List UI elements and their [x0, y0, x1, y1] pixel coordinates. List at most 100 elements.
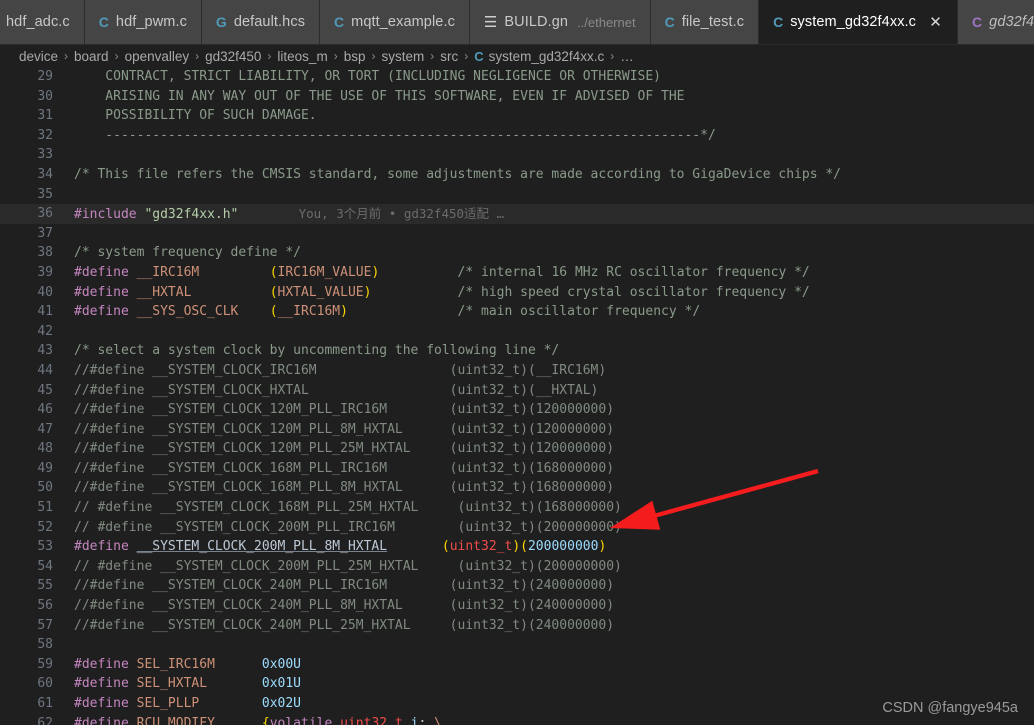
breadcrumb-item[interactable]: liteos_m [276, 49, 328, 64]
code-line[interactable]: 46 //#define __SYSTEM_CLOCK_120M_PLL_IRC1… [0, 400, 1034, 420]
fold-gutter[interactable] [53, 185, 74, 205]
breadcrumb-item[interactable]: system [380, 49, 425, 64]
breadcrumb-item[interactable]: board [73, 49, 110, 64]
code-line[interactable]: 29 CONTRACT, STRICT LIABILITY, OR TORT (… [0, 67, 1034, 87]
fold-gutter[interactable] [53, 400, 74, 420]
breadcrumb-item[interactable]: … [619, 49, 636, 64]
editor-tab-gd32f4xx[interactable]: Cgd32f4xx [958, 0, 1034, 44]
code-line[interactable]: 34 /* This file refers the CMSIS standard… [0, 165, 1034, 185]
fold-gutter[interactable] [53, 674, 74, 694]
line-number: 30 [37, 88, 53, 104]
code-line[interactable]: 45 //#define __SYSTEM_CLOCK_HXTAL (uint32… [0, 381, 1034, 401]
code-text: // #define __SYSTEM_CLOCK_200M_PLL_IRC16… [74, 518, 1034, 538]
code-line[interactable]: 48 //#define __SYSTEM_CLOCK_120M_PLL_25M_… [0, 439, 1034, 459]
breadcrumb-item[interactable]: bsp [343, 49, 367, 64]
code-line[interactable]: 41 #define __SYS_OSC_CLK (__IRC16M) /* ma… [0, 302, 1034, 322]
code-line[interactable]: 60 #define SEL_HXTAL 0x01U [0, 674, 1034, 694]
fold-gutter[interactable] [53, 283, 74, 303]
code-line[interactable]: 49 //#define __SYSTEM_CLOCK_168M_PLL_IRC1… [0, 459, 1034, 479]
code-line[interactable]: 58 [0, 635, 1034, 655]
editor-tab-build-gn[interactable]: ☰ BUILD.gn ../ethernet [469, 0, 651, 44]
fold-gutter[interactable] [53, 67, 74, 87]
code-line[interactable]: 51 // #define __SYSTEM_CLOCK_168M_PLL_25M… [0, 498, 1034, 518]
code-line[interactable]: 57 //#define __SYSTEM_CLOCK_240M_PLL_25M_… [0, 616, 1034, 636]
fold-gutter[interactable] [53, 635, 74, 655]
code-text: CONTRACT, STRICT LIABILITY, OR TORT (INC… [74, 67, 1034, 87]
fold-gutter[interactable] [53, 596, 74, 616]
code-line[interactable]: 61 #define SEL_PLLP 0x02U [0, 694, 1034, 714]
code-line[interactable]: 36 #include "gd32f4xx.h" You, 3个月前 • gd32… [0, 204, 1034, 224]
code-line[interactable]: 37 [0, 224, 1034, 244]
fold-gutter[interactable] [53, 439, 74, 459]
editor-tab-file-test-c[interactable]: Cfile_test.c [650, 0, 760, 44]
fold-gutter[interactable] [53, 576, 74, 596]
line-number: 29 [37, 69, 53, 84]
fold-gutter[interactable] [53, 341, 74, 361]
fold-gutter[interactable] [53, 518, 74, 538]
fold-gutter[interactable] [53, 655, 74, 675]
fold-gutter[interactable] [53, 263, 74, 283]
git-blame-annotation[interactable]: You, 3个月前 • gd32f450适配 … [299, 206, 505, 221]
fold-gutter[interactable] [53, 224, 74, 244]
code-line[interactable]: 33 [0, 145, 1034, 165]
fold-gutter[interactable] [53, 106, 74, 126]
code-line[interactable]: 44 //#define __SYSTEM_CLOCK_IRC16M (uint3… [0, 361, 1034, 381]
code-text: //#define __SYSTEM_CLOCK_IRC16M (uint32_… [74, 361, 1034, 381]
code-line[interactable]: 55 //#define __SYSTEM_CLOCK_240M_PLL_IRC1… [0, 576, 1034, 596]
fold-gutter[interactable] [53, 714, 74, 725]
fold-gutter[interactable] [53, 165, 74, 185]
code-line[interactable]: 32 -------------------------------------… [0, 126, 1034, 146]
code-line[interactable]: 35 [0, 185, 1034, 205]
code-line[interactable]: 62 #define RCU_MODIFY {volatile uint32_t … [0, 714, 1034, 725]
editor-tab-mqtt-example-c[interactable]: Cmqtt_example.c [320, 0, 470, 44]
code-token: /* system frequency define */ [74, 245, 301, 261]
editor-tab-default-hcs[interactable]: Gdefault.hcs [201, 0, 321, 44]
fold-gutter[interactable] [53, 694, 74, 714]
fold-gutter[interactable] [53, 126, 74, 146]
code-line[interactable]: 52 // #define __SYSTEM_CLOCK_200M_PLL_IRC… [0, 518, 1034, 538]
breadcrumb-item[interactable]: src [439, 49, 459, 64]
breadcrumb-item[interactable]: system_gd32f4xx.c [488, 49, 606, 64]
breadcrumb-item[interactable]: gd32f450 [204, 49, 262, 64]
fold-gutter[interactable] [53, 381, 74, 401]
code-editor[interactable]: 29 CONTRACT, STRICT LIABILITY, OR TORT (… [0, 67, 1034, 725]
fold-gutter[interactable] [53, 361, 74, 381]
close-icon[interactable]: ✕ [928, 15, 943, 30]
breadcrumb-item[interactable]: device [18, 49, 59, 64]
breadcrumb[interactable]: device › board › openvalley › gd32f450 › liteos_… [0, 45, 1034, 67]
fold-gutter[interactable] [53, 557, 74, 577]
fold-gutter[interactable] [53, 498, 74, 518]
fold-gutter[interactable] [53, 322, 74, 342]
code-line[interactable]: 54 // #define __SYSTEM_CLOCK_200M_PLL_25M… [0, 557, 1034, 577]
code-line[interactable]: 47 //#define __SYSTEM_CLOCK_120M_PLL_8M_H… [0, 420, 1034, 440]
editor-tab-hdf-pwm-c[interactable]: Chdf_pwm.c [84, 0, 202, 44]
fold-gutter[interactable] [53, 302, 74, 322]
fold-gutter[interactable] [53, 459, 74, 479]
editor-tab-hdf-adc-c[interactable]: hdf_adc.c [0, 0, 85, 44]
fold-gutter[interactable] [53, 243, 74, 263]
fold-gutter[interactable] [53, 145, 74, 165]
code-line[interactable]: 30 ARISING IN ANY WAY OUT OF THE USE OF … [0, 87, 1034, 107]
line-number: 56 [37, 598, 53, 614]
fold-gutter[interactable] [53, 537, 74, 557]
code-line[interactable]: 39 #define __IRC16M (IRC16M_VALUE) /* int… [0, 263, 1034, 283]
code-line[interactable]: 31 POSSIBILITY OF SUCH DAMAGE. [0, 106, 1034, 126]
code-line[interactable]: 43 /* select a system clock by uncommenti… [0, 341, 1034, 361]
code-line[interactable]: 38 /* system frequency define */ [0, 243, 1034, 263]
editor-tab-system-gd32f4xx-c[interactable]: Csystem_gd32f4xx.c ✕ [759, 0, 959, 44]
code-token: __SYS_OSC_CLK [136, 304, 270, 320]
fold-gutter[interactable] [53, 420, 74, 440]
breadcrumb-item[interactable]: openvalley [124, 49, 191, 64]
fold-gutter[interactable] [53, 204, 74, 224]
fold-gutter[interactable] [53, 87, 74, 107]
code-line[interactable]: 40 #define __HXTAL (HXTAL_VALUE) /* high … [0, 283, 1034, 303]
code-line[interactable]: 59 #define SEL_IRC16M 0x00U [0, 655, 1034, 675]
fold-gutter[interactable] [53, 478, 74, 498]
code-line[interactable]: 56 //#define __SYSTEM_CLOCK_240M_PLL_8M_H… [0, 596, 1034, 616]
code-line[interactable]: 53 #define __SYSTEM_CLOCK_200M_PLL_8M_HXT… [0, 537, 1034, 557]
code-line[interactable]: 42 [0, 322, 1034, 342]
code-line[interactable]: 50 //#define __SYSTEM_CLOCK_168M_PLL_8M_H… [0, 478, 1034, 498]
fold-gutter[interactable] [53, 616, 74, 636]
